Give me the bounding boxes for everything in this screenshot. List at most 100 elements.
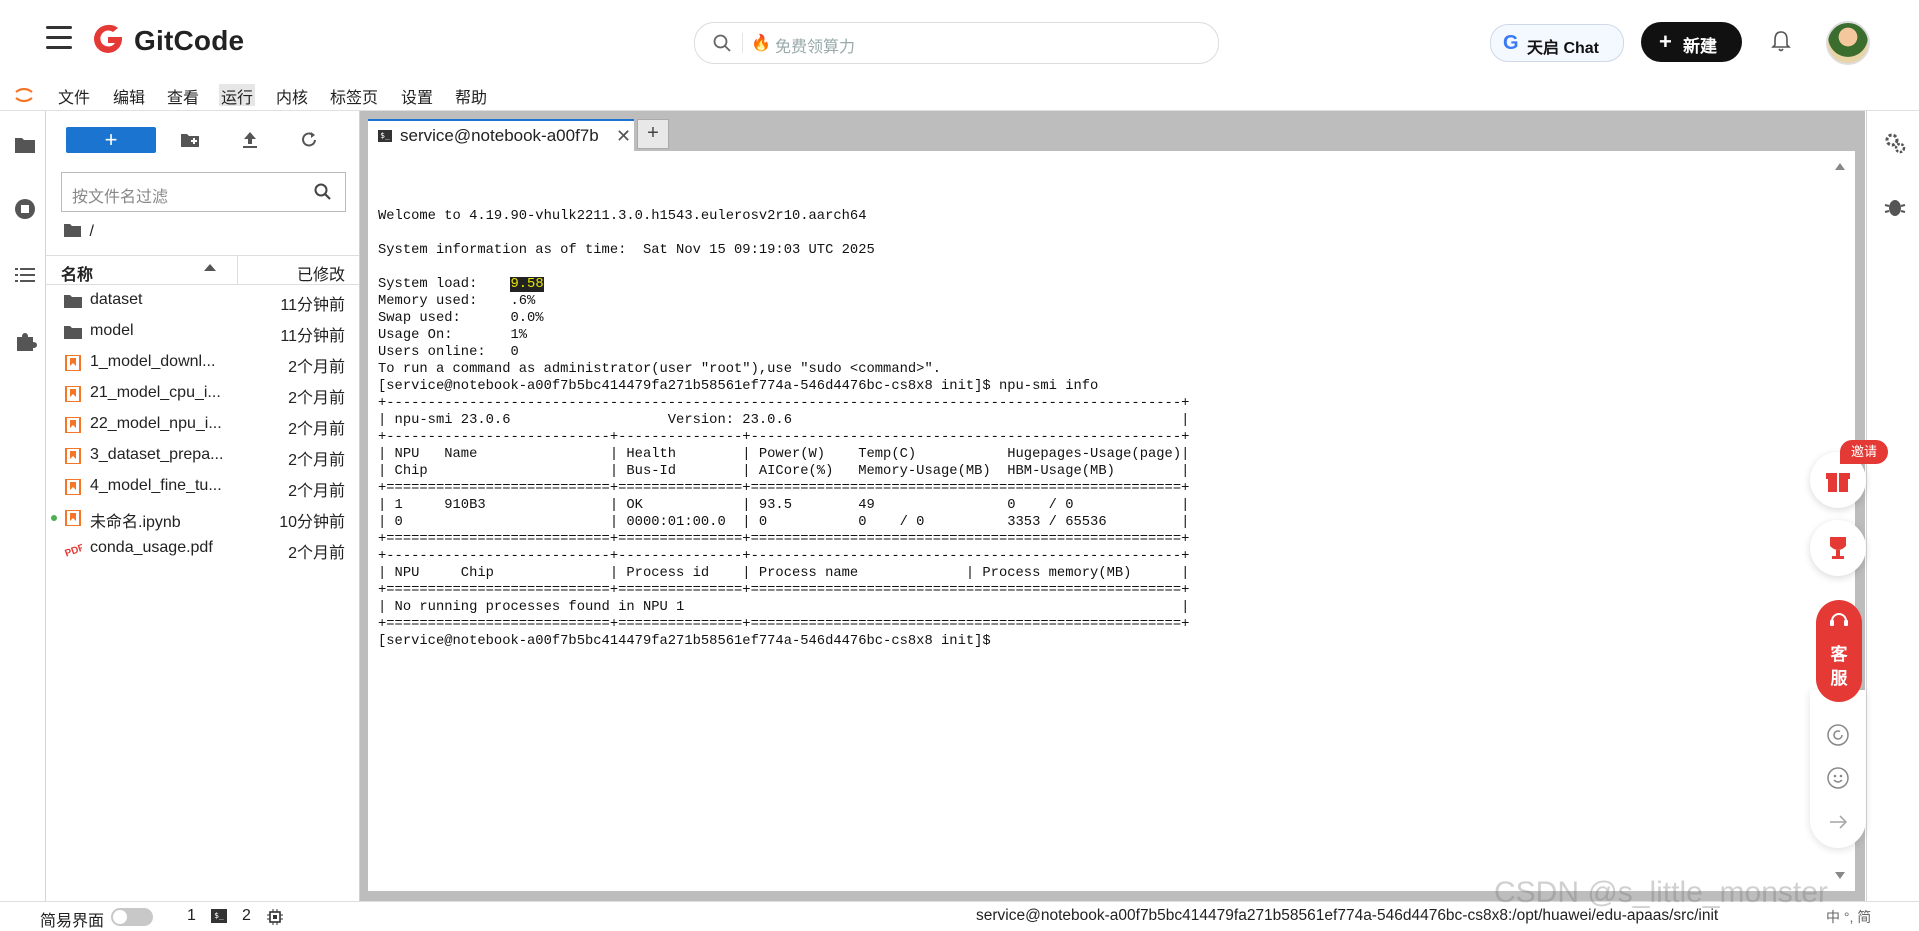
plus-icon: + (1659, 29, 1672, 54)
table-of-contents-icon[interactable] (13, 263, 37, 287)
file-row[interactable]: 22_model_npu_i... 2个月前 (46, 409, 359, 440)
cpu-chip-icon[interactable] (267, 909, 283, 925)
fire-icon: 🔥 (751, 35, 771, 52)
new-button[interactable]: + 新建 (1641, 22, 1742, 62)
terminal-output: Welcome to 4.19.90-vhulk2211.3.0.h1543.e… (378, 191, 1189, 650)
menu-file[interactable]: 文件 (56, 84, 92, 107)
file-filter-input[interactable]: 按文件名过滤 (61, 172, 346, 212)
menu-help[interactable]: 帮助 (453, 84, 489, 107)
breadcrumb-path: / (89, 223, 94, 240)
terminal-line: | Chip | Bus-Id | AICore(%) Memory-Usage… (378, 464, 1190, 479)
filter-placeholder: 按文件名过滤 (72, 189, 169, 206)
jupyter-logo-icon (15, 87, 33, 103)
terminal-line: | 1 910B3 | OK | 93.5 49 0 / 0 | (378, 498, 1190, 513)
main-work-area: $_ service@notebook-a00f7b ✕ + Welcome t… (360, 111, 1865, 901)
logo-text[interactable]: GitCode (134, 25, 244, 57)
file-row[interactable]: 4_model_fine_tu... 2个月前 (46, 471, 359, 502)
invite-badge[interactable]: 邀请 (1840, 440, 1888, 464)
file-row[interactable]: dataset 11分钟前 (46, 285, 359, 316)
search-divider (742, 33, 743, 53)
file-row[interactable]: 3_dataset_prepa... 2个月前 (46, 440, 359, 471)
menu-settings[interactable]: 设置 (399, 84, 435, 107)
notebook-icon (65, 510, 81, 526)
terminal-line: +---------------------------+-----------… (378, 549, 1190, 564)
bell-icon[interactable] (1770, 29, 1792, 53)
file-name: 4_model_fine_tu... (90, 477, 222, 494)
notebook-icon (65, 386, 81, 402)
breadcrumb[interactable]: / (64, 223, 94, 241)
tab-terminal[interactable]: $_ service@notebook-a00f7b ✕ (368, 119, 634, 151)
toggle-knob (113, 910, 127, 924)
property-inspector-gear-icon[interactable] (1883, 131, 1907, 155)
scroll-down-icon[interactable] (1835, 872, 1845, 879)
extension-puzzle-icon[interactable] (13, 329, 37, 353)
file-name: model (90, 322, 134, 339)
search-bar[interactable]: 🔥 免费领算力 (694, 22, 1219, 64)
folder-icon (64, 295, 82, 308)
file-name: 1_model_downl... (90, 353, 216, 370)
chat-button[interactable]: G 天启 Chat (1490, 24, 1624, 62)
ime-indicator[interactable]: 中 °, 简 (1826, 907, 1871, 927)
g-chat-icon: G (1503, 32, 1519, 54)
sort-ascending-icon[interactable] (204, 264, 216, 271)
terminal-line: | npu-smi 23.0.6 Version: 23.0.6 | (378, 413, 1190, 428)
file-row[interactable]: model 11分钟前 (46, 316, 359, 347)
debugger-bug-icon[interactable] (1883, 195, 1907, 219)
top-header: GitCode 🔥 免费领算力 G 天启 Chat + 新建 (0, 0, 1919, 81)
service-label: 客 (1830, 645, 1848, 664)
new-label: 新建 (1683, 37, 1717, 56)
refresh-circle-icon[interactable] (1826, 723, 1850, 747)
smile-icon[interactable] (1826, 766, 1850, 790)
file-name: 未命名.ipynb (90, 514, 181, 531)
running-kernels-icon[interactable] (13, 197, 37, 221)
customer-service-button[interactable]: 客 服 (1816, 600, 1862, 702)
hamburger-menu-icon[interactable] (46, 26, 72, 52)
gitcode-logo-icon[interactable] (91, 22, 125, 56)
notebook-icon (65, 417, 81, 433)
tab-bar: $_ service@notebook-a00f7b ✕ + (360, 111, 1865, 151)
menu-view[interactable]: 查看 (165, 84, 201, 107)
column-name-header[interactable]: 名称 (61, 261, 93, 285)
menu-tabs[interactable]: 标签页 (328, 84, 380, 107)
add-tab-button[interactable]: + (637, 119, 669, 149)
user-avatar[interactable] (1826, 21, 1870, 65)
trophy-button[interactable] (1810, 520, 1866, 576)
terminal-pane[interactable]: Welcome to 4.19.90-vhulk2211.3.0.h1543.e… (368, 151, 1855, 891)
file-row[interactable]: 未命名.ipynb 10分钟前 (46, 502, 359, 533)
file-modified: 2个月前 (288, 421, 345, 438)
file-row[interactable]: 21_model_cpu_i... 2个月前 (46, 378, 359, 409)
notebook-icon (65, 479, 81, 495)
folder-icon[interactable] (13, 133, 37, 157)
terminal-icon: $_ (378, 130, 392, 142)
file-row[interactable]: 1_model_downl... 2个月前 (46, 347, 359, 378)
terminal-line: +===========================+===========… (378, 617, 1190, 632)
scroll-up-icon[interactable] (1835, 163, 1845, 170)
kernel-count[interactable]: 1 (187, 907, 196, 925)
terminal-line: Users online: 0 (378, 345, 519, 360)
terminal-count[interactable]: 2 (242, 907, 251, 925)
new-folder-icon[interactable] (179, 129, 201, 151)
menu-edit[interactable]: 编辑 (111, 84, 147, 107)
floating-service-widget: 邀请 客 服 (1810, 440, 1888, 848)
terminal-line: System information as of time: Sat Nov 1… (378, 243, 875, 258)
refresh-icon[interactable] (298, 129, 320, 151)
pdf-file-icon: PDF (64, 542, 82, 557)
arrow-right-icon[interactable] (1826, 810, 1850, 834)
simple-mode-toggle[interactable] (111, 908, 153, 926)
right-sidebar (1866, 111, 1919, 901)
system-load-value: 9.58 (510, 277, 544, 292)
service-label: 服 (1830, 669, 1848, 688)
terminal-line: Memory used: .6% (378, 294, 536, 309)
terminal-line: [service@notebook-a00f7b5bc414479fa271b5… (378, 634, 991, 649)
new-launcher-button[interactable]: + (66, 127, 156, 153)
simple-mode-label: 简易界面 (40, 913, 105, 930)
file-name: conda_usage.pdf (90, 539, 213, 556)
terminal-icon: $_ (211, 909, 227, 923)
file-row[interactable]: PDF conda_usage.pdf 2个月前 (46, 533, 359, 564)
upload-icon[interactable] (239, 129, 261, 151)
close-icon[interactable]: ✕ (616, 126, 631, 147)
column-modified-header[interactable]: 已修改 (297, 261, 345, 285)
menu-kernel[interactable]: 内核 (274, 84, 310, 107)
menu-run[interactable]: 运行 (219, 84, 256, 107)
tab-title: service@notebook-a00f7b (400, 126, 599, 145)
